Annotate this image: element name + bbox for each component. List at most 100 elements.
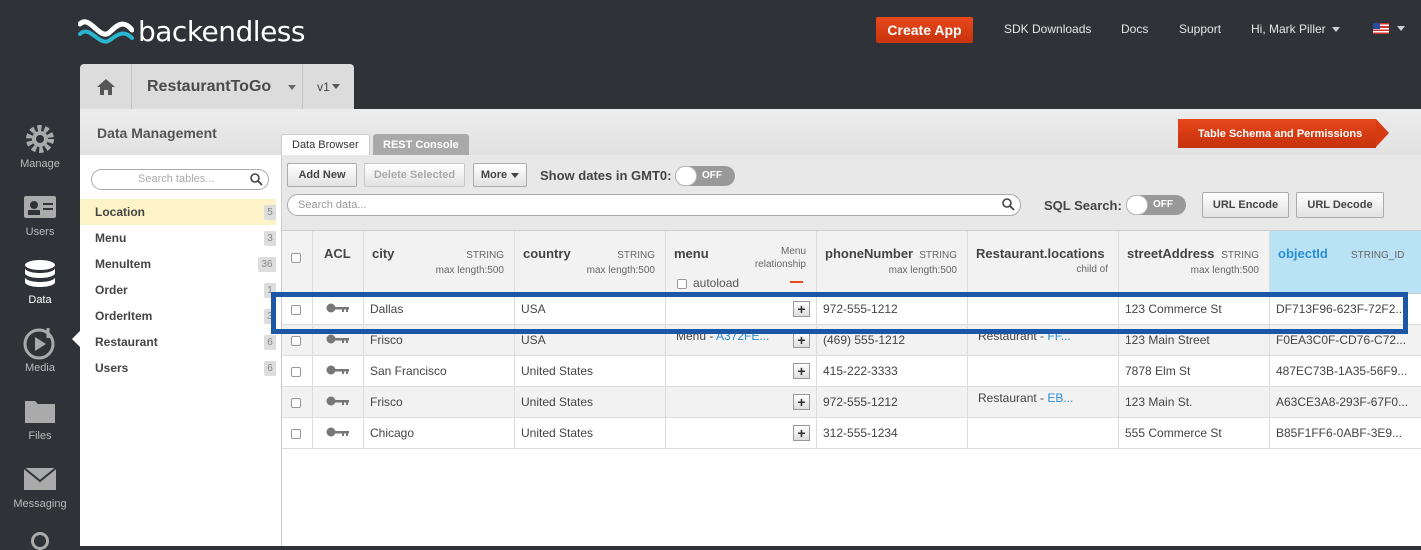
users-icon	[22, 192, 58, 222]
menu-cell[interactable]: +	[666, 356, 817, 387]
table-count: 5	[264, 205, 276, 220]
objectid-cell[interactable]: 487EC73B-1A35-56F9...	[1270, 356, 1421, 387]
backendless-logo[interactable]: backendless	[78, 14, 305, 48]
search-tables-input[interactable]: Search tables...	[91, 169, 269, 190]
objectid-cell[interactable]: B85F1FF6-0ABF-3E9...	[1270, 418, 1421, 449]
brand-name: backendless	[138, 14, 305, 48]
table-item-order[interactable]: Order 1	[80, 277, 276, 303]
nav-messaging[interactable]: Messaging	[0, 464, 80, 510]
nav-media[interactable]: Media	[0, 328, 80, 374]
column-header-city[interactable]: city STRING max length:500	[364, 231, 515, 294]
menu-cell[interactable]: +	[666, 387, 817, 418]
country-cell[interactable]: United States	[515, 356, 666, 387]
row-checkbox[interactable]	[291, 366, 301, 377]
country-cell[interactable]: United States	[515, 418, 666, 449]
acl-cell[interactable]	[313, 387, 364, 418]
city-cell[interactable]: Chicago	[364, 418, 515, 449]
phone-cell[interactable]: 312-555-1234	[817, 418, 968, 449]
version-select[interactable]: v1	[302, 64, 354, 109]
column-header-country[interactable]: country STRING max length:500	[515, 231, 666, 294]
acl-cell[interactable]	[313, 356, 364, 387]
country-cell[interactable]: United States	[515, 387, 666, 418]
relation-link[interactable]: EB...	[1047, 391, 1073, 405]
table-item-menuitem[interactable]: MenuItem 36	[80, 251, 276, 277]
add-relation-button[interactable]: +	[793, 394, 810, 410]
select-all-checkbox[interactable]	[291, 253, 301, 263]
nav-data[interactable]: Data	[0, 260, 80, 306]
search-icon[interactable]	[31, 532, 49, 550]
row-checkbox[interactable]	[291, 428, 301, 439]
add-relation-button[interactable]: +	[793, 425, 810, 441]
remove-relation-icon[interactable]	[790, 281, 803, 283]
street-cell[interactable]: 7878 Elm St	[1119, 356, 1270, 387]
nav-active-pointer	[72, 331, 80, 347]
phone-cell[interactable]: 972-555-1212	[817, 387, 968, 418]
city-cell[interactable]: San Francisco	[364, 356, 515, 387]
street-cell[interactable]: 555 Commerce St	[1119, 418, 1270, 449]
home-icon	[96, 78, 115, 95]
sdk-downloads-link[interactable]: SDK Downloads	[1004, 22, 1091, 36]
tab-data-browser[interactable]: Data Browser	[281, 134, 370, 155]
table-name: Order	[95, 283, 128, 297]
sql-search-toggle[interactable]: OFF	[1126, 195, 1186, 215]
column-type: STRING max length:500	[889, 248, 957, 278]
search-data-input[interactable]: Search data...	[287, 194, 1021, 216]
add-relation-button[interactable]: +	[793, 363, 810, 379]
table-row[interactable]: San Francisco United States + 415-222-33…	[282, 356, 1421, 387]
objectid-cell[interactable]: A63CE3A8-293F-67F0...	[1270, 387, 1421, 418]
column-header-objectid[interactable]: objectId STRING_ID	[1270, 231, 1421, 294]
column-type-name: Menu	[780, 246, 806, 257]
autoload-checkbox[interactable]	[677, 278, 687, 289]
home-button[interactable]	[80, 64, 132, 109]
chevron-down-icon	[1331, 27, 1340, 33]
select-all-header	[282, 231, 313, 294]
delete-selected-button[interactable]: Delete Selected	[364, 163, 465, 187]
table-item-restaurant[interactable]: Restaurant 6	[80, 329, 276, 355]
table-item-users[interactable]: Users 6	[80, 355, 276, 381]
row-checkbox[interactable]	[291, 397, 301, 408]
gmt-toggle[interactable]: OFF	[675, 166, 735, 186]
nav-files[interactable]: Files	[0, 396, 80, 442]
app-name[interactable]: RestaurantToGo	[147, 78, 271, 96]
column-type-name: STRING	[617, 250, 655, 261]
support-link[interactable]: Support	[1179, 22, 1221, 36]
autoload-option[interactable]: autoload	[677, 276, 739, 290]
tab-rest-console[interactable]: REST Console	[373, 134, 469, 155]
user-menu[interactable]: Hi, Mark Piller	[1251, 22, 1340, 36]
column-type: STRING max length:500	[436, 248, 504, 278]
app-chevron-down-icon[interactable]	[288, 85, 296, 90]
toggle-knob	[675, 166, 697, 186]
key-icon	[326, 365, 349, 375]
table-row[interactable]: Chicago United States + 312-555-1234 555…	[282, 418, 1421, 449]
nav-users[interactable]: Users	[0, 192, 80, 238]
table-item-menu[interactable]: Menu 3	[80, 225, 276, 251]
table-item-location[interactable]: Location 5	[80, 199, 276, 225]
add-relation-button[interactable]: +	[793, 332, 810, 348]
column-header-streetaddress[interactable]: streetAddress STRING max length:500	[1119, 231, 1270, 294]
url-encode-button[interactable]: URL Encode	[1202, 192, 1289, 218]
docs-link[interactable]: Docs	[1121, 22, 1148, 36]
add-new-button[interactable]: Add New	[287, 163, 357, 187]
language-chevron-down-icon[interactable]	[1397, 26, 1405, 31]
column-header-phonenumber[interactable]: phoneNumber STRING max length:500	[817, 231, 968, 294]
street-cell[interactable]: 123 Main St.	[1119, 387, 1270, 418]
menu-cell[interactable]: +	[666, 418, 817, 449]
column-header-menu[interactable]: menu Menu relationship autoload	[666, 231, 817, 294]
table-item-orderitem[interactable]: OrderItem 3	[80, 303, 276, 329]
key-icon	[326, 396, 349, 406]
create-app-button[interactable]: Create App	[876, 17, 973, 43]
table-schema-permissions-button[interactable]: Table Schema and Permissions	[1178, 119, 1389, 148]
column-header-acl[interactable]: ACL	[313, 231, 364, 294]
table-row[interactable]: Frisco United States + 972-555-1212 Rest…	[282, 387, 1421, 418]
url-decode-button[interactable]: URL Decode	[1296, 192, 1384, 218]
restaurant-cell[interactable]: Restaurant - EB...	[968, 387, 1119, 418]
row-checkbox[interactable]	[291, 335, 301, 346]
more-button[interactable]: More	[473, 163, 527, 187]
nav-manage[interactable]: Manage	[0, 124, 80, 170]
logo-wave-icon	[78, 19, 134, 44]
city-cell[interactable]: Frisco	[364, 387, 515, 418]
acl-cell[interactable]	[313, 418, 364, 449]
phone-cell[interactable]: 415-222-3333	[817, 356, 968, 387]
column-header-restaurant-locations[interactable]: Restaurant.locations child of	[968, 231, 1119, 294]
us-flag-icon[interactable]	[1373, 23, 1389, 34]
